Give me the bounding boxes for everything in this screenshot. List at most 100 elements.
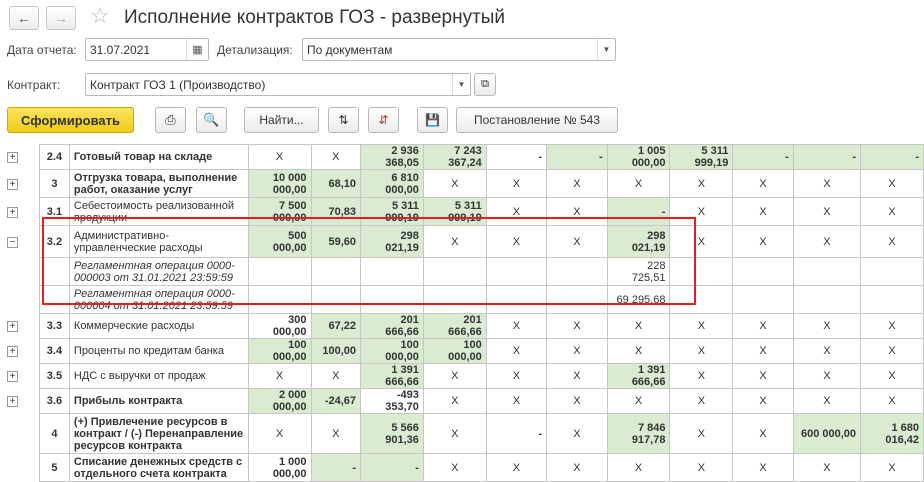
sort-asc-button[interactable]: ⇅: [328, 107, 359, 133]
value-cell: X: [669, 197, 734, 226]
expand-icon[interactable]: +: [7, 178, 18, 190]
find-button[interactable]: Найти...: [244, 107, 319, 133]
row-name: Проценты по кредитам банка: [68, 338, 249, 364]
row-name: (+) Привлечение ресурсов в контракт / (-…: [68, 413, 249, 454]
table-row: 5 Списание денежных средств с отдельного …: [0, 453, 924, 482]
value-cell: [360, 285, 424, 314]
value-cell: X: [860, 338, 924, 364]
row-number: 2.4: [38, 144, 70, 170]
value-cell: [860, 285, 924, 314]
value-cell: 300 000,00: [247, 313, 312, 339]
row-number: 3.4: [38, 338, 70, 364]
value-cell: X: [669, 169, 734, 198]
value-cell: 100 000,00: [422, 338, 487, 364]
row-name: Регламентная операция 0000-000003 от 31.…: [68, 257, 249, 286]
row-name: Готовый товар на складе: [68, 144, 249, 170]
detail-value: По документам: [307, 42, 393, 57]
detail-select[interactable]: По документам ▼: [302, 38, 616, 61]
value-cell: 5 566 901,36: [360, 413, 424, 454]
value-cell: -493 353,70: [360, 388, 424, 414]
value-cell: 1 391 666,66: [360, 363, 424, 389]
value-cell: X: [792, 197, 862, 226]
value-cell: 70,83: [310, 197, 362, 226]
contract-select[interactable]: Контракт ГОЗ 1 (Производство) ▼: [85, 73, 471, 96]
value-cell: [485, 285, 548, 314]
value-cell: X: [485, 363, 548, 389]
table-row: +3 Отгрузка товара, выполнение работ, ока…: [0, 169, 924, 198]
expand-icon[interactable]: +: [7, 371, 18, 382]
chevron-down-icon[interactable]: ▼: [597, 39, 615, 60]
table-row: +3.6 Прибыль контракта 2 000 000,00 -24,67-…: [0, 388, 924, 414]
open-contract-button[interactable]: ⧉: [474, 73, 496, 96]
value-cell: 68,10: [310, 169, 362, 198]
value-cell: 1 005 000,00: [606, 144, 671, 170]
value-cell: -: [546, 144, 608, 170]
row-name: Списание денежных средств с отдельного с…: [68, 453, 249, 482]
save-button[interactable]: 💾: [417, 107, 448, 133]
value-cell: X: [546, 453, 608, 482]
value-cell: X: [485, 338, 548, 364]
value-cell: -: [310, 453, 362, 482]
value-cell: 7 243 367,24: [422, 144, 487, 170]
collapse-icon[interactable]: −: [7, 236, 18, 248]
value-cell: -: [485, 413, 548, 454]
value-cell: [247, 285, 312, 314]
printer-icon: ⎙: [165, 112, 176, 127]
value-cell: X: [546, 338, 608, 364]
chevron-down-icon[interactable]: ▼: [452, 74, 470, 95]
expand-icon[interactable]: +: [7, 346, 18, 357]
expand-icon[interactable]: +: [7, 152, 18, 163]
value-cell: 298 021,19: [360, 225, 424, 258]
row-name: Коммерческие расходы: [68, 313, 249, 339]
value-cell: [792, 257, 862, 286]
table-row: − 3.2 Административно-управленческие расхо…: [0, 225, 924, 258]
sort-desc-button[interactable]: ⇵: [368, 107, 399, 133]
value-cell: X: [422, 453, 487, 482]
value-cell: [310, 257, 362, 286]
value-cell: X: [546, 363, 608, 389]
expand-icon[interactable]: +: [7, 206, 18, 218]
row-name: Отгрузка товара, выполнение работ, оказа…: [68, 169, 249, 198]
value-cell: 1 680 016,42: [860, 413, 924, 454]
expand-icon[interactable]: +: [7, 321, 18, 332]
value-cell: [310, 285, 362, 314]
value-cell: 100 000,00: [247, 338, 312, 364]
date-value: 31.07.2021: [90, 42, 151, 57]
expand-icon[interactable]: +: [7, 396, 18, 407]
generate-button[interactable]: Сформировать: [7, 107, 134, 133]
date-label: Дата отчета:: [7, 43, 77, 57]
page-title: Исполнение контрактов ГОЗ - развернутый: [124, 7, 506, 28]
value-cell: X: [732, 363, 794, 389]
back-button[interactable]: ←: [9, 6, 39, 30]
value-cell: X: [792, 388, 862, 414]
value-cell: X: [247, 363, 312, 389]
report-table: +2.4 Готовый товар на складе X X 2 936 368,0…: [0, 144, 924, 482]
value-cell: 5 311 999,19: [422, 197, 487, 226]
value-cell: 1 391 666,66: [606, 363, 671, 389]
favorite-star-icon[interactable]: ☆: [90, 3, 110, 29]
forward-button[interactable]: →: [46, 6, 76, 30]
print-button[interactable]: ⎙: [155, 107, 186, 133]
value-cell: 59,60: [310, 225, 362, 258]
value-cell: X: [422, 363, 487, 389]
calendar-icon[interactable]: ▦: [186, 39, 208, 60]
value-cell: 67,22: [310, 313, 362, 339]
row-name: Прибыль контракта: [68, 388, 249, 414]
row-number: 3.6: [38, 388, 70, 414]
date-field[interactable]: 31.07.2021 ▦: [85, 38, 209, 61]
row-name: Административно-управленческие расходы: [68, 225, 249, 258]
value-cell: X: [669, 313, 734, 339]
row-number: 5: [38, 453, 70, 482]
value-cell: 5 311 999,19: [360, 197, 424, 226]
row-number: [38, 285, 70, 314]
decree-button[interactable]: Постановление № 543: [456, 107, 618, 133]
value-cell: X: [485, 453, 548, 482]
table-row: +3.3 Коммерческие расходы 300 000,00 67,22 2…: [0, 313, 924, 339]
value-cell: X: [732, 453, 794, 482]
value-cell: X: [422, 413, 487, 454]
preview-button[interactable]: 🔍: [196, 107, 227, 133]
value-cell: X: [732, 169, 794, 198]
row-number: 3.5: [38, 363, 70, 389]
value-cell: X: [792, 169, 862, 198]
value-cell: X: [606, 169, 671, 198]
